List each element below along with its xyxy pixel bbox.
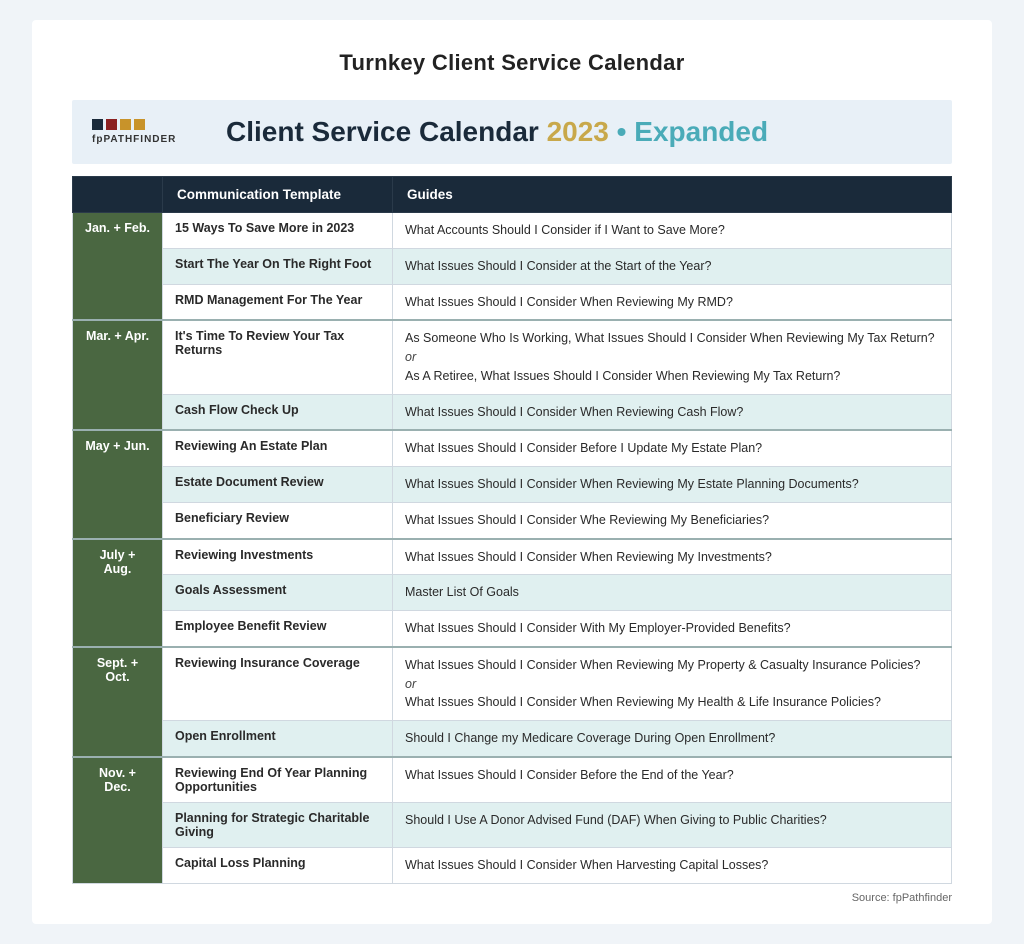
guide-cell: Should I Use A Donor Advised Fund (DAF) … <box>393 802 952 847</box>
guide-cell: What Issues Should I Consider Before the… <box>393 757 952 803</box>
guide-cell: What Issues Should I Consider When Revie… <box>393 467 952 503</box>
template-cell: Reviewing An Estate Plan <box>163 430 393 466</box>
table-row: Estate Document ReviewWhat Issues Should… <box>73 467 952 503</box>
table-row: Goals AssessmentMaster List Of Goals <box>73 575 952 611</box>
template-cell: Start The Year On The Right Foot <box>163 248 393 284</box>
col-guide-header: Guides <box>393 177 952 213</box>
template-cell: Cash Flow Check Up <box>163 394 393 430</box>
template-cell: Reviewing Investments <box>163 539 393 575</box>
table-header-row: Communication Template Guides <box>73 177 952 213</box>
template-cell: RMD Management For The Year <box>163 284 393 320</box>
main-title: Turnkey Client Service Calendar <box>72 50 952 76</box>
table-row: Cash Flow Check UpWhat Issues Should I C… <box>73 394 952 430</box>
table-row: Employee Benefit ReviewWhat Issues Shoul… <box>73 611 952 647</box>
logo-sq-2 <box>106 119 117 130</box>
table-row: Mar. + Apr.It's Time To Review Your Tax … <box>73 320 952 394</box>
guide-cell: What Issues Should I Consider Before I U… <box>393 430 952 466</box>
template-cell: 15 Ways To Save More in 2023 <box>163 213 393 249</box>
page-container: Turnkey Client Service Calendar fpPATHFI… <box>32 20 992 924</box>
template-cell: Open Enrollment <box>163 721 393 757</box>
logo-sq-1 <box>92 119 103 130</box>
table-row: July + Aug.Reviewing InvestmentsWhat Iss… <box>73 539 952 575</box>
header-section: fpPATHFINDER Client Service Calendar 202… <box>72 100 952 164</box>
guide-cell: What Issues Should I Consider When Revie… <box>393 539 952 575</box>
guide-cell: What Issues Should I Consider When Revie… <box>393 394 952 430</box>
template-cell: Reviewing Insurance Coverage <box>163 647 393 721</box>
template-cell: Planning for Strategic Charitable Giving <box>163 802 393 847</box>
table-row: Open EnrollmentShould I Change my Medica… <box>73 721 952 757</box>
heading-expanded: Expanded <box>634 116 768 147</box>
col-month-header <box>73 177 163 213</box>
template-cell: Estate Document Review <box>163 467 393 503</box>
heading-year: 2023 <box>547 116 617 147</box>
table-row: Planning for Strategic Charitable Giving… <box>73 802 952 847</box>
guide-cell: What Issues Should I Consider Whe Review… <box>393 502 952 538</box>
col-template-header: Communication Template <box>163 177 393 213</box>
guide-cell: What Issues Should I Consider When Revie… <box>393 647 952 721</box>
table-row: Start The Year On The Right FootWhat Iss… <box>73 248 952 284</box>
calendar-heading: Client Service Calendar 2023 • Expanded <box>226 116 768 148</box>
template-cell: Employee Benefit Review <box>163 611 393 647</box>
template-cell: Reviewing End Of Year Planning Opportuni… <box>163 757 393 803</box>
guide-cell: As Someone Who Is Working, What Issues S… <box>393 320 952 394</box>
table-row: Nov. + Dec.Reviewing End Of Year Plannin… <box>73 757 952 803</box>
month-cell: Nov. + Dec. <box>73 757 163 883</box>
table-row: May + Jun.Reviewing An Estate PlanWhat I… <box>73 430 952 466</box>
month-cell: Jan. + Feb. <box>73 213 163 321</box>
table-row: Beneficiary ReviewWhat Issues Should I C… <box>73 502 952 538</box>
logo-text: fpPATHFINDER <box>92 134 176 145</box>
logo-sq-3 <box>120 119 131 130</box>
guide-cell: What Issues Should I Consider at the Sta… <box>393 248 952 284</box>
template-cell: It's Time To Review Your Tax Returns <box>163 320 393 394</box>
logo-area: fpPATHFINDER <box>92 119 202 145</box>
table-row: Capital Loss PlanningWhat Issues Should … <box>73 847 952 883</box>
guide-cell: What Accounts Should I Consider if I Wan… <box>393 213 952 249</box>
heading-bullet: • <box>617 116 627 147</box>
table-row: Sept. + Oct.Reviewing Insurance Coverage… <box>73 647 952 721</box>
calendar-table: Communication Template Guides Jan. + Feb… <box>72 176 952 884</box>
month-cell: Mar. + Apr. <box>73 320 163 430</box>
month-cell: July + Aug. <box>73 539 163 647</box>
logo-sq-4 <box>134 119 145 130</box>
guide-cell: Should I Change my Medicare Coverage Dur… <box>393 721 952 757</box>
template-cell: Beneficiary Review <box>163 502 393 538</box>
guide-cell: What Issues Should I Consider When Harve… <box>393 847 952 883</box>
month-cell: Sept. + Oct. <box>73 647 163 757</box>
template-cell: Goals Assessment <box>163 575 393 611</box>
source-text: Source: fpPathfinder <box>72 892 952 904</box>
month-cell: May + Jun. <box>73 430 163 538</box>
logo-squares <box>92 119 145 130</box>
table-row: Jan. + Feb.15 Ways To Save More in 2023W… <box>73 213 952 249</box>
guide-cell: What Issues Should I Consider When Revie… <box>393 284 952 320</box>
template-cell: Capital Loss Planning <box>163 847 393 883</box>
guide-cell: What Issues Should I Consider With My Em… <box>393 611 952 647</box>
heading-part1: Client Service Calendar <box>226 116 539 147</box>
table-row: RMD Management For The YearWhat Issues S… <box>73 284 952 320</box>
guide-cell: Master List Of Goals <box>393 575 952 611</box>
